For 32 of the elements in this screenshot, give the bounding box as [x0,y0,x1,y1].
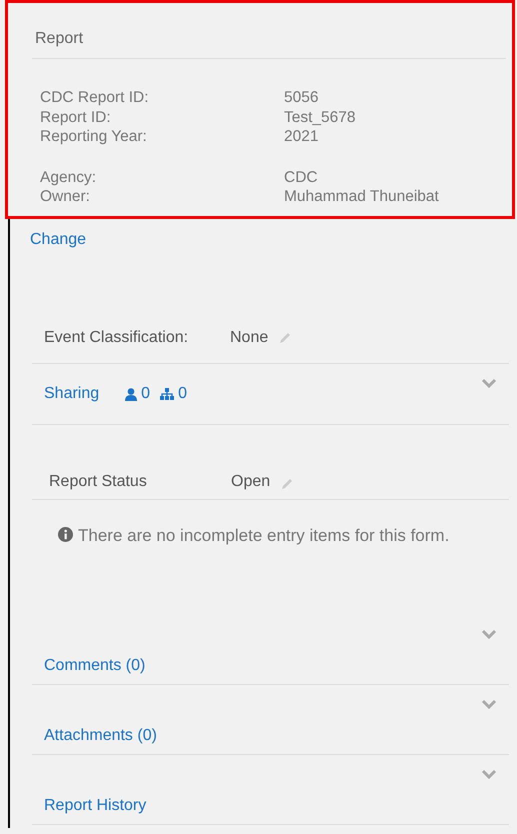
org-chart-icon [160,388,174,400]
section-link[interactable]: Attachments (0) [44,727,157,745]
field-value: 2021 [284,127,320,146]
sharing-link[interactable]: Sharing [44,385,100,403]
chevron-down-icon[interactable] [481,378,497,388]
field-label: Reporting Year: [40,127,148,146]
group-count: 0 [178,385,187,403]
field-value: Open [231,473,270,491]
field-label: Report Status [49,473,148,491]
field-value: Test_5678 [284,108,357,127]
section-link[interactable]: Report History [44,797,146,815]
panel-title: Report [32,3,506,59]
info-icon [58,527,73,542]
field-value: Muhammad Thuneibat [284,187,440,206]
field-value: None [230,329,268,347]
field-label: CDC Report ID: [40,88,150,108]
field-value: CDC [284,168,319,187]
chevron-down-icon[interactable] [481,769,497,779]
field-label: Event Classification: [44,329,190,347]
user-count: 0 [141,385,150,403]
change-link[interactable]: Change [30,231,86,248]
pencil-icon[interactable] [278,331,292,345]
pencil-icon[interactable] [280,477,294,491]
field-label: Report ID: [40,108,112,127]
chevron-down-icon[interactable] [481,629,497,639]
info-message: There are no incomplete entry items for this form. [30,500,509,615]
section-link[interactable]: Comments (0) [44,657,146,675]
field-label: Owner: [40,187,91,206]
field-value: 5056 [284,88,320,108]
chevron-down-icon[interactable] [481,699,497,709]
user-icon [125,388,138,400]
field-label: Agency: [40,168,98,187]
